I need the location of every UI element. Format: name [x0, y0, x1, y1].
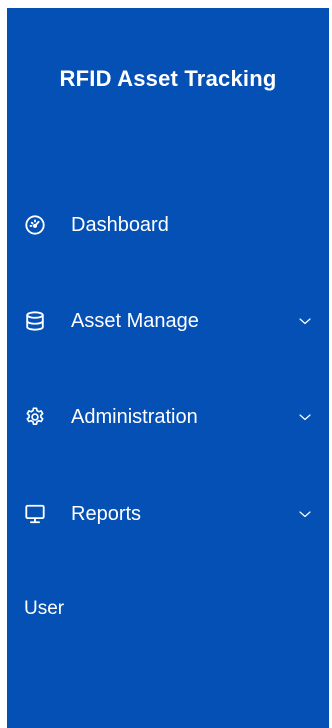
gear-icon	[24, 406, 46, 428]
nav-label-asset-manage: Asset Manage	[71, 310, 199, 332]
nav-item-user[interactable]: User	[24, 598, 64, 620]
nav-item-reports[interactable]: Reports	[7, 494, 329, 534]
chevron-down-icon[interactable]	[297, 313, 313, 329]
sidebar: RFID Asset Tracking Dashboard Asset Mana…	[7, 8, 329, 728]
nav-item-asset-manage[interactable]: Asset Manage	[7, 301, 329, 341]
nav-label-dashboard: Dashboard	[71, 214, 169, 236]
nav-label-administration: Administration	[71, 406, 198, 428]
monitor-icon	[24, 503, 46, 525]
nav-item-dashboard[interactable]: Dashboard	[7, 205, 329, 245]
chevron-down-icon[interactable]	[297, 409, 313, 425]
nav-item-administration[interactable]: Administration	[7, 397, 329, 437]
app-title: RFID Asset Tracking	[59, 66, 277, 91]
database-icon	[24, 310, 46, 332]
dashboard-gauge-icon	[24, 214, 46, 236]
nav-label-reports: Reports	[71, 503, 142, 525]
chevron-down-icon[interactable]	[297, 506, 313, 522]
